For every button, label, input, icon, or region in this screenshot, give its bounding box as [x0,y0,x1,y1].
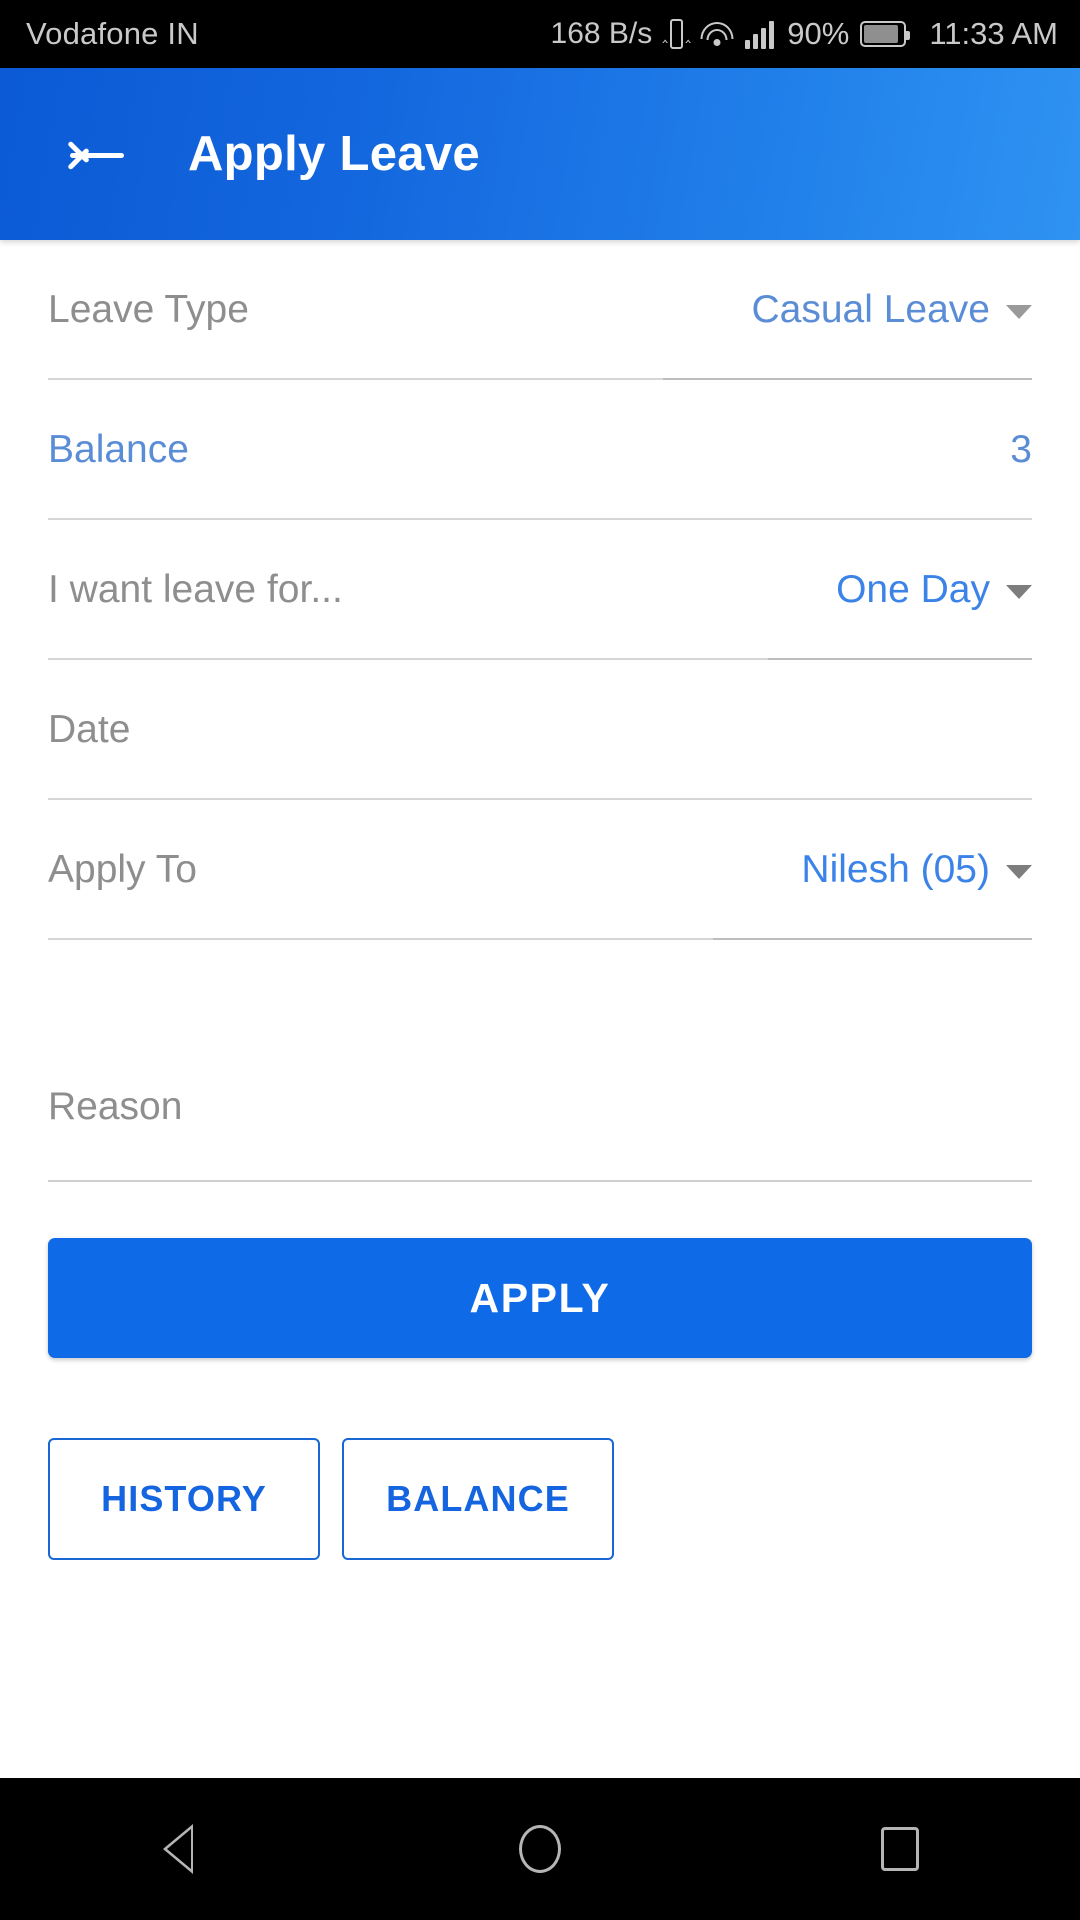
field-reason[interactable]: Reason [48,1032,1032,1182]
android-nav-bar [0,1778,1080,1920]
leave-type-value: Casual Leave [751,288,991,331]
history-button-label: HISTORY [101,1478,267,1519]
nav-recents-button[interactable] [825,1778,975,1920]
clock-label: 11:33 AM [929,16,1058,51]
apply-to-value: Nilesh (05) [801,848,990,891]
field-date[interactable]: Date [48,660,1032,800]
carrier-label: Vodafone IN [26,16,199,51]
field-balance: Balance 3 [48,380,1032,520]
field-divider [48,1180,1032,1182]
status-bar-right-cluster: 168 B/s ‸ ‸ 90% 11:33 AM [551,16,1058,52]
page-title: Apply Leave [188,127,480,181]
field-apply-to[interactable]: Apply To Nilesh (05) [48,800,1032,940]
secondary-actions: HISTORY BALANCE [48,1438,1080,1560]
field-value[interactable]: Nilesh (05) [801,848,1032,892]
field-label: Balance [48,428,189,471]
chevron-down-icon[interactable] [1006,305,1032,319]
balance-value: 3 [1010,428,1032,471]
apply-leave-form: Leave Type Casual Leave Balance 3 I want… [0,240,1080,1182]
leave-duration-value: One Day [836,568,990,611]
field-value[interactable]: Casual Leave [751,288,1032,332]
field-value: 3 [1010,428,1032,472]
vibrate-icon: ‸ ‸ [662,17,691,51]
nav-back-button[interactable] [105,1778,255,1920]
field-label: Date [48,708,131,751]
chevron-down-icon[interactable] [1006,865,1032,879]
app-bar: Apply Leave [0,68,1080,240]
apply-button-label: APPLY [469,1274,611,1321]
field-label: I want leave for... [48,568,343,611]
history-button[interactable]: HISTORY [48,1438,320,1560]
nav-home-icon [519,1825,561,1873]
balance-button[interactable]: BALANCE [342,1438,614,1560]
chevron-down-icon[interactable] [1006,585,1032,599]
field-value[interactable]: One Day [836,568,1032,612]
balance-button-label: BALANCE [386,1478,570,1519]
status-bar: Vodafone IN 168 B/s ‸ ‸ 90% 11:33 AM [0,0,1080,68]
wifi-icon [700,20,734,48]
nav-back-icon [163,1824,197,1874]
field-label: Leave Type [48,288,249,331]
back-arrow-icon[interactable] [67,132,126,176]
field-leave-duration[interactable]: I want leave for... One Day [48,520,1032,660]
network-speed-label: 168 B/s [550,17,653,50]
nav-recents-icon [881,1827,919,1871]
battery-percent-label: 90% [787,16,850,51]
nav-home-button[interactable] [465,1778,615,1920]
signal-bars-icon [745,19,775,49]
field-label: Apply To [48,848,197,891]
field-leave-type[interactable]: Leave Type Casual Leave [48,240,1032,380]
field-divider [48,938,1032,940]
battery-icon [860,21,911,47]
reason-placeholder: Reason [48,1085,183,1128]
apply-button[interactable]: APPLY [48,1238,1032,1358]
phone-screen: Vodafone IN 168 B/s ‸ ‸ 90% 11:33 AM Appl… [0,0,1080,1920]
